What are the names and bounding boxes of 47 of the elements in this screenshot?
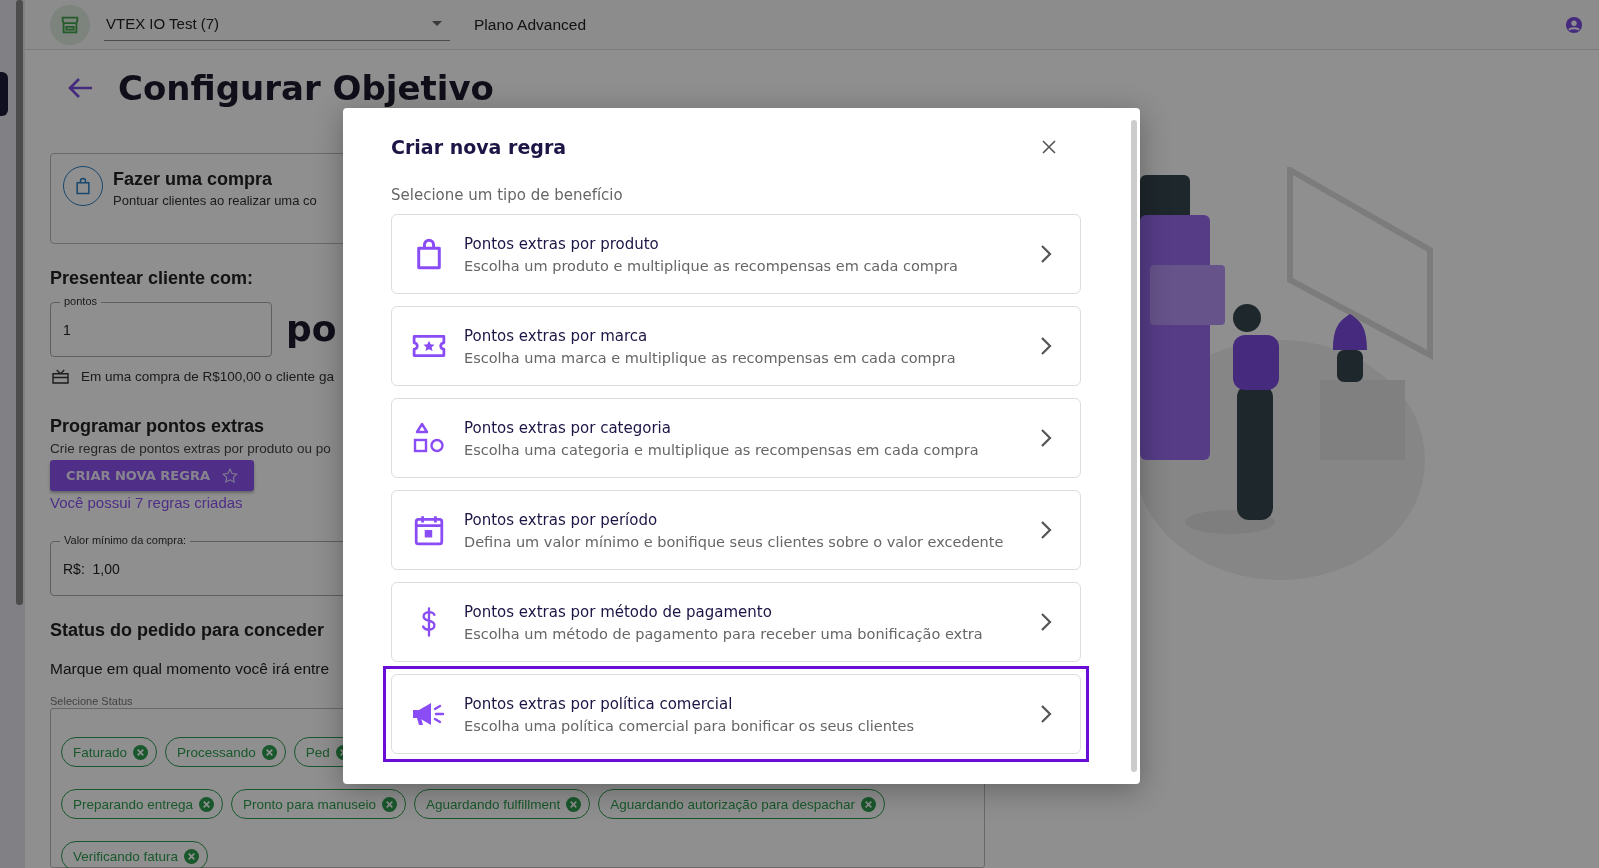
dollar-icon: [420, 606, 438, 638]
scrollbar[interactable]: [1131, 120, 1137, 772]
section-description: Crie regras de pontos extras por produto ou po: [50, 441, 331, 457]
gift-icon: [52, 369, 69, 385]
chevron-icon: [1040, 336, 1052, 356]
close-icon[interactable]: [1041, 139, 1057, 155]
remove-icon[interactable]: [261, 744, 277, 760]
megaphone-icon: [411, 700, 447, 728]
caret-icon: [432, 20, 442, 26]
remove-icon[interactable]: [381, 796, 397, 812]
objective-description: Pontuar clientes ao realizar uma co: [113, 193, 317, 208]
store-icon: [50, 4, 90, 45]
rules-link[interactable]: Você possui 7 regras criadas: [50, 494, 243, 511]
sidebar-tab[interactable]: [0, 72, 8, 116]
section-heading: Status do pedido para conceder: [50, 620, 325, 641]
ticket-icon: [412, 333, 446, 359]
section-description: Marque em qual momento você irá entre: [50, 660, 330, 678]
dialog-title: Criar nova regra: [391, 136, 567, 158]
calendar-icon: [414, 514, 444, 546]
points-unit: po: [286, 308, 337, 350]
chevron-icon: [1040, 704, 1052, 724]
objective-title: Fazer uma compra: [113, 169, 274, 190]
page-title: Configurar Objetivo: [118, 68, 494, 108]
select-label: Selecione Status: [50, 695, 133, 707]
dialog-subtitle: Selecione um tipo de benefício: [391, 186, 624, 204]
back-arrow-icon[interactable]: [68, 77, 94, 99]
chevron-icon: [1040, 428, 1052, 448]
remove-icon[interactable]: [133, 744, 149, 760]
store-select[interactable]: VTEX IO Test (7): [104, 8, 450, 41]
bag-icon: [415, 238, 443, 270]
hint-text: Em uma compra de R$100,00 o cliente ga: [81, 369, 334, 385]
remove-icon[interactable]: [184, 848, 200, 864]
shapes-icon: [413, 422, 445, 454]
remove-icon[interactable]: [566, 796, 582, 812]
star-icon: [221, 467, 238, 484]
section-heading: Programar pontos extras: [50, 416, 265, 438]
benefit-option[interactable]: Pontos extras por política comercial Escolha uma política comercial para bonificar os seus clientes: [383, 666, 1089, 762]
chevron-icon: [1040, 520, 1052, 540]
chevron-icon: [1040, 244, 1052, 264]
chevron-icon: [1040, 612, 1052, 632]
remove-icon[interactable]: [860, 796, 876, 812]
plan-label: Plano Advanced: [474, 15, 587, 34]
scrollbar[interactable]: [16, 0, 23, 605]
user-icon[interactable]: [1565, 15, 1583, 34]
section-heading: Presentear cliente com:: [50, 268, 254, 290]
create-rule-button[interactable]: CRIAR NOVA REGRA: [50, 460, 254, 491]
remove-icon[interactable]: [199, 796, 215, 812]
